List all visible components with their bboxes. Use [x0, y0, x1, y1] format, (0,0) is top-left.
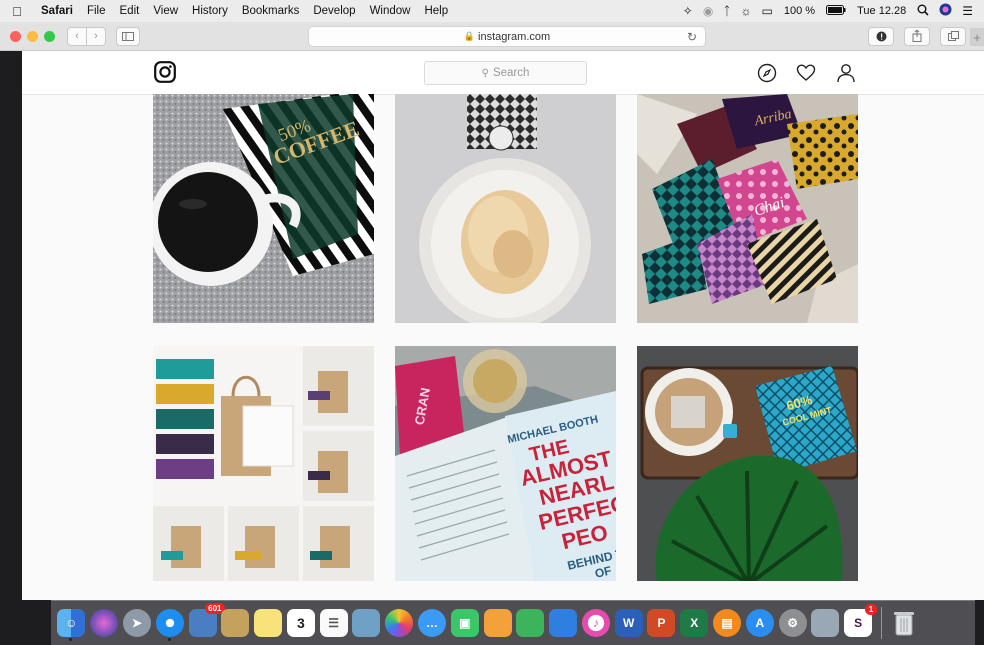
post-photo-gift-bags[interactable] — [153, 346, 374, 581]
explore-compass-icon[interactable] — [757, 63, 777, 83]
system-preferences-icon[interactable]: ⚙ — [778, 609, 807, 637]
nav-buttons: ‹ › — [67, 26, 106, 46]
preview-icon[interactable] — [352, 609, 381, 637]
minimize-button[interactable] — [27, 30, 38, 42]
spotlight-icon[interactable] — [912, 4, 934, 19]
heart-icon[interactable] — [796, 63, 816, 83]
close-button[interactable] — [10, 30, 21, 42]
search-icon: ⚲ — [481, 67, 489, 79]
menu-view[interactable]: View — [146, 5, 185, 17]
messages-icon[interactable]: … — [417, 609, 446, 637]
word-icon[interactable]: W — [614, 609, 643, 637]
post-photo-assorted-bars[interactable]: Arriba Chai — [637, 94, 858, 323]
excel-icon[interactable]: X — [680, 609, 709, 637]
launchpad-icon[interactable]: ➤ — [122, 609, 151, 637]
post-photo-plate[interactable] — [395, 94, 616, 323]
menu-app-name[interactable]: Safari — [34, 5, 80, 17]
menu-bar:  Safari File Edit View History Bookmark… — [0, 0, 984, 22]
airplay-icon[interactable]: ▭ — [757, 4, 778, 18]
search-input[interactable]: ⚲ Search — [424, 61, 587, 85]
photos-icon[interactable] — [385, 609, 414, 637]
app-store-icon[interactable]: A — [745, 609, 774, 637]
siri-menu-icon[interactable] — [934, 3, 957, 19]
menu-history[interactable]: History — [185, 5, 235, 17]
instagram-page: ⚲ Search 50% COFFEE Arriba Chai CRAN MIC… — [22, 51, 984, 600]
sidebar-button[interactable] — [116, 26, 140, 46]
status-area: ✧ ◉ ᛏ ☼ ▭ 100 % Tue 12.28 ☰ — [678, 3, 984, 19]
url-text: instagram.com — [478, 30, 551, 43]
dock-separator — [880, 607, 882, 639]
facetime-icon[interactable]: ▣ — [450, 609, 479, 637]
reload-icon[interactable]: ↻ — [687, 30, 697, 44]
powerpoint-icon[interactable]: P — [647, 609, 676, 637]
keynote-icon[interactable] — [549, 609, 578, 637]
search-placeholder: Search — [492, 67, 530, 79]
new-tab-button[interactable]: + — [970, 28, 984, 46]
back-button[interactable]: ‹ — [67, 26, 87, 46]
menu-help[interactable]: Help — [417, 5, 455, 17]
calendar-icon[interactable]: 3 — [286, 609, 315, 637]
instagram-header: ⚲ Search — [22, 51, 984, 95]
finder-icon[interactable]: ☺ — [57, 609, 86, 641]
menu-window[interactable]: Window — [363, 5, 418, 17]
extension-icon[interactable] — [868, 26, 894, 46]
toolbar-right — [868, 26, 966, 46]
eye-icon[interactable]: ◉ — [698, 4, 718, 18]
slack-badge: 1 — [864, 604, 878, 615]
window-controls — [10, 30, 55, 42]
safari-icon[interactable] — [155, 609, 184, 641]
instagram-logo-icon[interactable] — [154, 61, 176, 83]
zoom-button[interactable] — [44, 30, 55, 42]
pages-icon[interactable] — [483, 609, 512, 637]
post-photo-tea-mint[interactable]: 60% COOL MINT — [637, 346, 858, 581]
battery-icon[interactable] — [821, 4, 851, 18]
share-icon[interactable] — [904, 26, 930, 46]
clock[interactable]: Tue 12.28 — [851, 5, 912, 17]
ibooks-icon[interactable]: ▤ — [713, 609, 742, 637]
siri-icon[interactable] — [90, 609, 119, 637]
numbers-icon[interactable] — [516, 609, 545, 637]
menu-file[interactable]: File — [80, 5, 113, 17]
post-photo-coffee[interactable]: 50% COFFEE — [153, 94, 374, 323]
image-capture-icon[interactable] — [811, 609, 840, 637]
itunes-icon[interactable]: ♪ — [581, 609, 610, 637]
notes-icon[interactable] — [221, 609, 250, 637]
apple-menu-icon[interactable]:  — [0, 4, 34, 19]
wifi-icon[interactable]: ☼ — [736, 4, 757, 18]
notification-center-icon[interactable]: ☰ — [957, 4, 978, 18]
lock-icon: 🔒 — [463, 31, 476, 41]
address-bar[interactable]: 🔒 instagram.com ↻ — [308, 26, 706, 47]
calendar-day: 3 — [296, 615, 305, 631]
battery-percent[interactable]: 100 % — [778, 5, 821, 17]
menu-edit[interactable]: Edit — [113, 5, 147, 17]
dock: ☺ ➤ 601 3 ☰ … ▣ ♪ W P X ▤ A ⚙ S 1 — [51, 600, 975, 645]
menu-bookmarks[interactable]: Bookmarks — [235, 5, 307, 17]
dropbox-icon[interactable]: ✧ — [678, 4, 698, 18]
safari-toolbar: ‹ › 🔒 instagram.com ↻ + — [0, 22, 984, 51]
bluetooth-icon[interactable]: ᛏ — [718, 4, 735, 18]
slack-icon[interactable]: S 1 — [844, 604, 878, 637]
reminders-icon[interactable]: ☰ — [319, 609, 348, 637]
photos-slideshow-icon[interactable]: 601 — [188, 603, 225, 637]
stickies-icon[interactable] — [254, 609, 283, 637]
post-photo-book[interactable]: CRAN MICHAEL BOOTH THE ALMOST NEARL PERF… — [395, 346, 616, 581]
tabs-overview-icon[interactable] — [940, 26, 966, 46]
trash-icon[interactable] — [890, 609, 918, 637]
forward-button[interactable]: › — [87, 26, 106, 46]
profile-icon[interactable] — [836, 63, 856, 83]
menu-develop[interactable]: Develop — [306, 5, 362, 17]
